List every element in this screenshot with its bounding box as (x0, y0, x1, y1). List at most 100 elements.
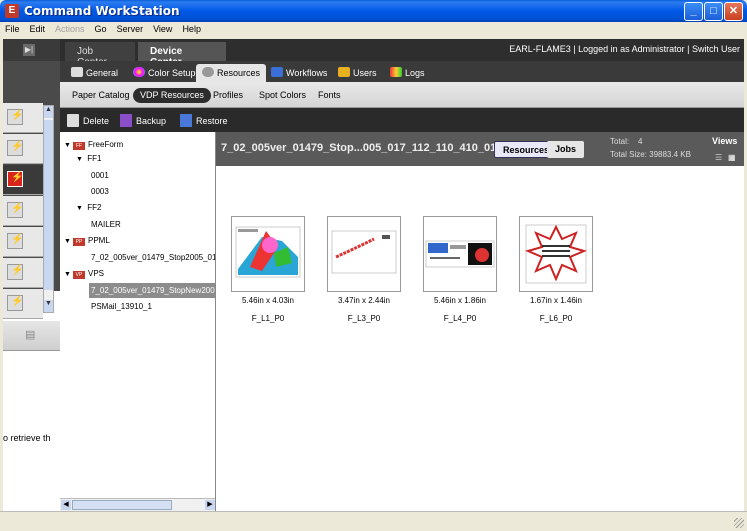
menu-view[interactable]: View (148, 22, 177, 34)
job-row[interactable] (3, 165, 43, 195)
delete-button[interactable]: Delete (67, 112, 109, 128)
expand-icon[interactable]: ▼ (76, 205, 85, 212)
tree-leaf[interactable]: PSMail_13910_1 (91, 302, 152, 311)
scroll-up-icon[interactable]: ▲ (44, 106, 53, 118)
thumbnail-image (327, 216, 401, 292)
resource-tree: ▼ FF FreeForm ▼ FF1 0001 0003 ▼ FF2 MAILER… (60, 132, 216, 511)
expand-icon[interactable]: ▼ (64, 238, 73, 245)
tree-leaf[interactable]: MAILER (91, 220, 121, 229)
section-profiles[interactable]: Profiles (206, 88, 250, 103)
resize-grip-icon[interactable] (734, 518, 744, 528)
status-bar (0, 511, 747, 531)
logs-icon (390, 67, 402, 77)
tree-hscrollbar[interactable]: ◀ ▶ (60, 498, 215, 511)
thumbnail-dimensions: 5.46in x 1.86in (433, 296, 487, 305)
job-name: 7_02_005ver_01479_Stop...005_017_112_110… (221, 142, 503, 154)
list-icon: ▤ (25, 329, 36, 341)
workflow-icon (271, 67, 283, 77)
job-row[interactable] (3, 258, 43, 288)
job-row[interactable] (3, 134, 43, 164)
tree-leaf[interactable]: 0003 (91, 187, 109, 196)
subtab-color-setup[interactable]: Color Setup (127, 64, 202, 82)
job-icon (7, 202, 23, 218)
expand-icon[interactable]: ▼ (64, 271, 73, 278)
color-wheel-icon (133, 67, 145, 77)
job-row[interactable] (3, 289, 43, 319)
subtab-general[interactable]: General (65, 64, 124, 82)
scroll-down-icon[interactable]: ▼ (44, 300, 53, 312)
backup-icon (120, 114, 132, 127)
tree-node-freeform[interactable]: ▼ FF FreeForm (64, 140, 123, 150)
subtab-logs[interactable]: Logs (384, 64, 431, 82)
thumbnail-dimensions: 5.46in x 4.03in (241, 296, 295, 305)
maximize-button[interactable]: □ (704, 2, 723, 21)
tree-node-ppml[interactable]: ▼ PP PPML (64, 236, 110, 246)
menu-go[interactable]: Go (90, 22, 112, 34)
job-row[interactable] (3, 196, 43, 226)
restore-icon (180, 114, 192, 127)
section-paper-catalog[interactable]: Paper Catalog (65, 88, 137, 103)
subtab-label: Resources (217, 68, 261, 78)
left-scrollbar[interactable]: ▲ ▼ (43, 105, 54, 313)
job-row[interactable] (3, 227, 43, 257)
subtab-resources[interactable]: Resources (196, 64, 267, 82)
scroll-thumb[interactable] (44, 120, 53, 290)
job-icon (7, 233, 23, 249)
tree-leaf-selected[interactable]: 7_02_005ver_01479_StopNew2005 (89, 283, 215, 298)
node-label: VPS (88, 269, 105, 278)
menu-help[interactable]: Help (177, 22, 206, 34)
backup-button[interactable]: Backup (120, 112, 166, 128)
subtab-label: Users (353, 68, 377, 78)
subtab-users[interactable]: Users (332, 64, 383, 82)
subtab-workflows[interactable]: Workflows (265, 64, 333, 82)
tree-node-vps[interactable]: ▼ VP VPS (64, 269, 104, 279)
views-label: Views (712, 136, 738, 146)
close-button[interactable]: ✕ (724, 2, 743, 21)
tree-node-ff2[interactable]: ▼ FF2 (76, 203, 101, 212)
scroll-right-icon[interactable]: ▶ (205, 500, 215, 510)
thumbnail-name: F_L3_P0 (347, 314, 381, 323)
thumbnail-image (423, 216, 497, 292)
menu-actions[interactable]: Actions (50, 22, 90, 34)
left-tab-header[interactable]: ▤ (3, 321, 60, 351)
restore-button[interactable]: Restore (180, 112, 228, 128)
collapse-icon[interactable]: ▶| (23, 44, 35, 56)
backup-label: Backup (136, 116, 167, 126)
users-icon (338, 67, 350, 77)
user-info[interactable]: EARL-FLAME3 | Logged in as Administrator… (509, 44, 740, 54)
app-frame: ▶| ▲ ▼ ▤ o retrieve th Job Center Device… (3, 39, 744, 511)
job-icon (7, 109, 23, 125)
menu-edit[interactable]: Edit (25, 22, 51, 34)
jobs-button[interactable]: Jobs (547, 141, 585, 158)
scroll-thumb[interactable] (72, 500, 172, 510)
thumbnail-name: F_L1_P0 (251, 314, 285, 323)
tree-leaf[interactable]: 7_02_005ver_01479_Stop2005_017 (91, 253, 215, 262)
job-icon (7, 140, 23, 156)
scroll-left-icon[interactable]: ◀ (61, 500, 71, 510)
section-vdp-resources[interactable]: VDP Resources (133, 88, 211, 103)
tree-node-ff1[interactable]: ▼ FF1 (76, 154, 101, 163)
job-icon (7, 264, 23, 280)
expand-icon[interactable]: ▼ (76, 156, 85, 163)
section-fonts[interactable]: Fonts (311, 88, 348, 103)
tree-leaf[interactable]: 0001 (91, 171, 109, 180)
subtab-label: Logs (405, 68, 425, 78)
total-label: Total: (610, 137, 630, 146)
thumbnail-image (519, 216, 593, 292)
folder-icon: PP (73, 238, 85, 246)
menu-file[interactable]: File (0, 22, 25, 34)
app-icon: E (5, 4, 19, 18)
list-view-icon[interactable]: ☰ (715, 153, 724, 162)
thumbnail-name: F_L4_P0 (443, 314, 477, 323)
job-icon-active (7, 171, 23, 187)
minimize-button[interactable]: _ (684, 2, 703, 21)
job-row[interactable] (3, 103, 43, 133)
tab-device-center[interactable]: Device Center (138, 42, 226, 68)
grid-view-icon[interactable]: ▦ (728, 153, 737, 162)
expand-icon[interactable]: ▼ (64, 142, 73, 149)
section-spot-colors[interactable]: Spot Colors (252, 88, 313, 103)
node-label: FF1 (87, 154, 102, 163)
menu-server[interactable]: Server (112, 22, 149, 34)
tab-job-center[interactable]: Job Center (65, 42, 135, 68)
thumbnail-dimensions: 1.67in x 1.46in (529, 296, 583, 305)
